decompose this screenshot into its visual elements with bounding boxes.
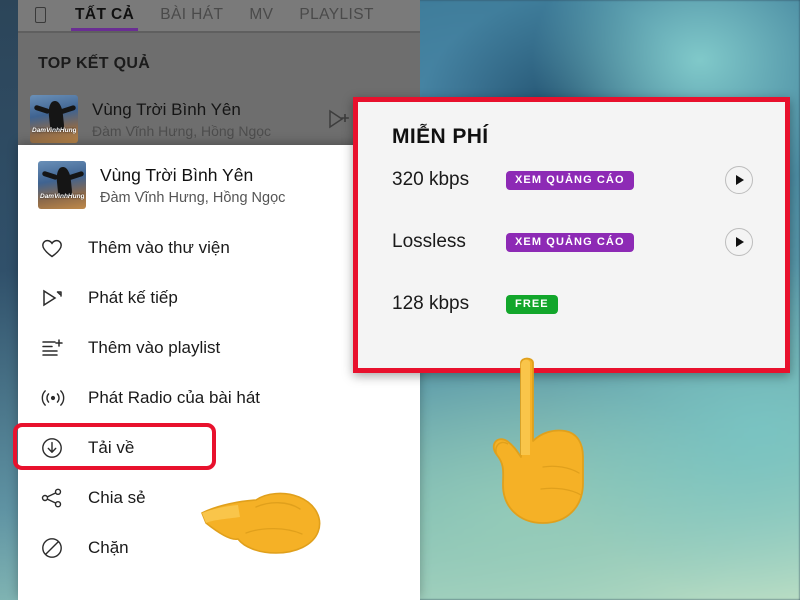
menu-item-label: Chia sẻ — [88, 488, 146, 507]
device-icon — [18, 7, 62, 31]
top-result-artists: Đàm Vĩnh Hưng, Hồng Ngọc — [92, 122, 272, 139]
share-icon — [40, 487, 78, 509]
screen-root: TẤT CẢ BÀI HÁT MV PLAYLIST TOP KẾT QUẢ D… — [0, 0, 800, 600]
menu-item-label: Thêm vào thư viện — [88, 238, 230, 257]
add-to-playlist-icon — [40, 337, 78, 359]
watch-ad-badge[interactable]: XEM QUẢNG CÁO — [506, 170, 634, 190]
quality-label: Lossless — [392, 231, 466, 252]
menu-song-title: Vùng Trời Bình Yên — [100, 164, 254, 185]
radio-icon — [40, 387, 78, 409]
download-quality-dialog: MIỄN PHÍ 320 kbps XEM QUẢNG CÁO Lossless… — [353, 97, 790, 373]
add-to-queue-icon[interactable] — [326, 108, 352, 130]
menu-item-share[interactable]: Chia sẻ — [18, 473, 420, 523]
quality-label: 320 kbps — [392, 169, 470, 190]
menu-album-thumbnail: DamVinhHung — [38, 161, 86, 209]
tab-tat-ca[interactable]: TẤT CẢ — [62, 6, 147, 31]
watch-ad-badge[interactable]: XEM QUẢNG CÁO — [506, 232, 634, 252]
menu-item-label: Phát kế tiếp — [88, 288, 178, 307]
dialog-title: MIỄN PHÍ — [392, 125, 489, 148]
play-ad-button[interactable] — [725, 166, 753, 194]
free-badge: FREE — [506, 294, 558, 314]
quality-label: 128 kbps — [392, 293, 470, 314]
play-next-icon — [40, 287, 78, 309]
menu-item-label: Thêm vào playlist — [88, 338, 221, 357]
quality-row-320[interactable]: 320 kbps XEM QUẢNG CÁO — [358, 149, 785, 211]
menu-item-block[interactable]: Chặn — [18, 523, 420, 573]
left-edge-strip — [0, 0, 18, 600]
top-result-label: TOP KẾT QUẢ — [38, 55, 151, 72]
top-result-text: Vùng Trời Bình Yên Đàm Vĩnh Hưng, Hồng N… — [92, 100, 271, 139]
heart-icon — [40, 237, 78, 259]
menu-item-play-radio[interactable]: Phát Radio của bài hát — [18, 373, 420, 423]
play-ad-button[interactable] — [725, 228, 753, 256]
play-triangle-icon — [736, 175, 744, 185]
play-triangle-icon — [736, 237, 744, 247]
thumbnail-watermark: DamVinhHung — [32, 127, 76, 134]
download-icon — [40, 436, 78, 460]
quality-row-lossless[interactable]: Lossless XEM QUẢNG CÁO — [358, 211, 785, 273]
top-result-title: Vùng Trời Bình Yên — [92, 99, 241, 119]
menu-song-artists: Đàm Vĩnh Hưng, Hồng Ngọc — [100, 189, 286, 206]
tab-mv[interactable]: MV — [236, 6, 286, 31]
menu-item-download[interactable]: Tải về — [13, 423, 420, 473]
tab-bai-hat[interactable]: BÀI HÁT — [147, 6, 236, 31]
menu-item-label: Chặn — [88, 538, 129, 557]
tab-bar-divider — [18, 31, 420, 33]
album-thumbnail: DamVinhHung — [30, 95, 78, 143]
menu-item-label: Tải về — [88, 438, 135, 457]
tab-playlist[interactable]: PLAYLIST — [286, 6, 386, 31]
block-icon — [40, 536, 78, 560]
menu-item-label: Phát Radio của bài hát — [88, 388, 261, 407]
search-tab-bar: TẤT CẢ BÀI HÁT MV PLAYLIST — [18, 0, 420, 31]
quality-row-128[interactable]: 128 kbps FREE — [358, 273, 785, 335]
menu-thumbnail-watermark: DamVinhHung — [40, 193, 84, 200]
